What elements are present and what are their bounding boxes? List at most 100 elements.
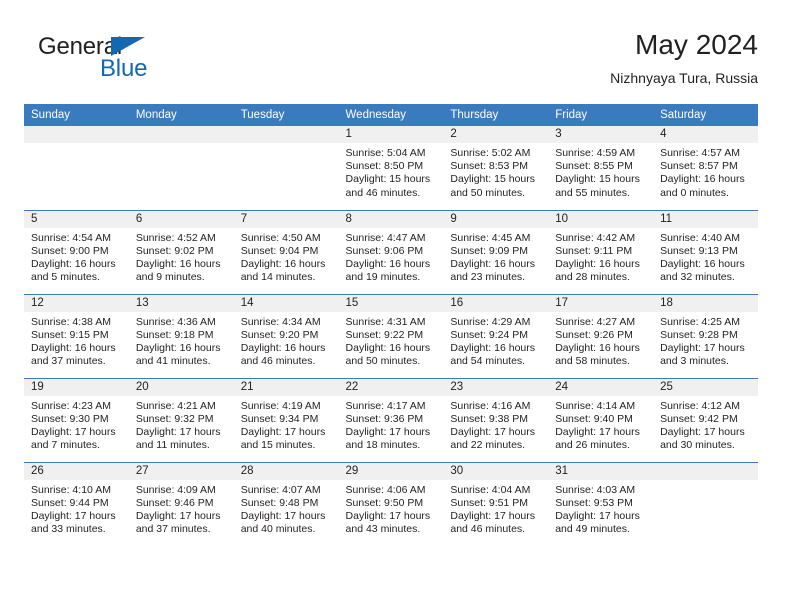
calendar-day-cell[interactable]: 24 Sunrise: 4:14 AM Sunset: 9:40 PM Dayligh… <box>548 377 654 462</box>
day-details: Sunrise: 4:34 AM Sunset: 9:20 PM Daylight:… <box>234 312 339 369</box>
sunrise-text: Sunrise: 4:23 AM <box>31 399 111 412</box>
calendar-day-cell[interactable]: 11 Sunrise: 4:40 AM Sunset: 9:13 PM Dayligh… <box>653 209 758 294</box>
sunset-text: Sunset: 9:04 PM <box>240 244 319 257</box>
calendar-day-cell[interactable]: 30 Sunrise: 4:04 AM Sunset: 9:51 PM Dayligh… <box>443 461 549 546</box>
calendar-day-cell[interactable]: 22 Sunrise: 4:17 AM Sunset: 9:36 PM Dayligh… <box>338 377 444 462</box>
day-cell-inner: 10 Sunrise: 4:42 AM Sunset: 9:11 PM Dayligh… <box>548 210 654 294</box>
day-details: Sunrise: 4:21 AM Sunset: 9:32 PM Daylight:… <box>129 396 234 453</box>
calendar-day-cell[interactable]: 19 Sunrise: 4:23 AM Sunset: 9:30 PM Dayligh… <box>24 377 129 462</box>
day-details: Sunrise: 4:16 AM Sunset: 9:38 PM Daylight:… <box>443 396 548 453</box>
day-details: Sunrise: 4:17 AM Sunset: 9:36 PM Daylight:… <box>339 396 444 453</box>
page-title: May 2024 <box>635 29 758 60</box>
daylight-text-line1: Daylight: 17 hours <box>31 425 116 438</box>
sunrise-text: Sunrise: 4:40 AM <box>660 231 741 244</box>
calendar-day-cell[interactable]: 31 Sunrise: 4:03 AM Sunset: 9:53 PM Dayligh… <box>548 461 654 546</box>
daylight-text-line2: and 22 minutes. <box>450 439 526 452</box>
daylight-text-line1: Daylight: 16 hours <box>31 341 116 354</box>
calendar-day-cell[interactable]: 21 Sunrise: 4:19 AM Sunset: 9:34 PM Dayligh… <box>233 377 339 462</box>
calendar-day-cell[interactable]: 28 Sunrise: 4:07 AM Sunset: 9:48 PM Dayligh… <box>233 461 339 547</box>
daylight-text-line2: and 46 minutes. <box>450 523 526 536</box>
sunrise-text: Sunrise: 4:52 AM <box>135 231 216 244</box>
calendar-day-cell[interactable]: 17 Sunrise: 4:27 AM Sunset: 9:26 PM Dayligh… <box>548 293 654 378</box>
sunset-text: Sunset: 9:32 PM <box>135 412 214 425</box>
day-number: 23 <box>443 378 549 396</box>
calendar-day-cell[interactable]: 26 Sunrise: 4:10 AM Sunset: 9:44 PM Dayligh… <box>24 461 129 546</box>
sunset-text: Sunset: 9:46 PM <box>135 496 214 509</box>
day-cell-inner: 28 Sunrise: 4:07 AM Sunset: 9:48 PM Dayligh… <box>233 462 339 547</box>
day-number: 25 <box>653 378 758 396</box>
calendar-day-cell[interactable]: 4 Sunrise: 4:57 AM Sunset: 8:57 PM Daylight… <box>653 126 758 210</box>
day-cell-inner: 17 Sunrise: 4:27 AM Sunset: 9:26 PM Dayligh… <box>548 294 654 378</box>
daylight-text-line1: Daylight: 17 hours <box>555 509 640 522</box>
calendar-day-cell[interactable]: 29 Sunrise: 4:06 AM Sunset: 9:50 PM Dayligh… <box>338 461 444 546</box>
calendar-day-cell[interactable]: 23 Sunrise: 4:16 AM Sunset: 9:38 PM Dayligh… <box>443 377 549 462</box>
sunrise-text: Sunrise: 4:14 AM <box>555 399 636 412</box>
day-number: 20 <box>128 378 234 396</box>
weekday-header-thursday: Thursday <box>443 104 549 126</box>
calendar-day-cell[interactable]: 3 Sunrise: 4:59 AM Sunset: 8:55 PM Daylight… <box>548 126 654 210</box>
daylight-text-line1: Daylight: 16 hours <box>135 257 221 270</box>
calendar-day-cell[interactable]: 6 Sunrise: 4:52 AM Sunset: 9:02 PM Daylight… <box>128 209 234 294</box>
sunrise-text: Sunrise: 4:25 AM <box>660 315 741 328</box>
day-number: 27 <box>128 462 234 480</box>
daylight-text-line2: and 0 minutes. <box>660 186 729 199</box>
day-details: Sunrise: 5:02 AM Sunset: 8:53 PM Daylight:… <box>443 143 548 200</box>
calendar-day-cell[interactable]: 15 Sunrise: 4:31 AM Sunset: 9:22 PM Dayligh… <box>338 293 444 378</box>
day-cell-inner: 24 Sunrise: 4:14 AM Sunset: 9:40 PM Dayligh… <box>548 378 654 462</box>
daylight-text-line1: Daylight: 16 hours <box>555 341 640 354</box>
day-cell-inner: 7 Sunrise: 4:50 AM Sunset: 9:04 PM Daylight… <box>233 210 339 294</box>
calendar-day-cell[interactable]: 2 Sunrise: 5:02 AM Sunset: 8:53 PM Daylight… <box>443 126 549 210</box>
calendar-day-cell[interactable]: 25 Sunrise: 4:12 AM Sunset: 9:42 PM Dayligh… <box>653 377 758 462</box>
day-number: 13 <box>128 294 234 312</box>
calendar-day-cell[interactable]: 9 Sunrise: 4:45 AM Sunset: 9:09 PM Daylight… <box>443 209 549 294</box>
day-number: 1 <box>338 126 444 143</box>
calendar-day-cell[interactable]: 10 Sunrise: 4:42 AM Sunset: 9:11 PM Dayligh… <box>548 209 654 294</box>
day-number: 10 <box>548 210 654 228</box>
day-details <box>234 143 339 147</box>
daylight-text-line2: and 41 minutes. <box>135 355 211 368</box>
calendar-day-cell[interactable]: 5 Sunrise: 4:54 AM Sunset: 9:00 PM Daylight… <box>24 209 129 294</box>
sunrise-text: Sunrise: 4:17 AM <box>345 399 426 412</box>
sunset-text: Sunset: 9:11 PM <box>555 244 633 257</box>
sunrise-text: Sunrise: 4:34 AM <box>240 315 321 328</box>
calendar-day-cell[interactable]: 20 Sunrise: 4:21 AM Sunset: 9:32 PM Dayligh… <box>128 377 234 462</box>
sunset-text: Sunset: 9:50 PM <box>345 496 424 509</box>
calendar-day-cell[interactable]: 1 Sunrise: 5:04 AM Sunset: 8:50 PM Daylight… <box>338 126 444 210</box>
day-number <box>233 126 339 143</box>
day-details <box>24 143 129 147</box>
calendar-week-row: 26 Sunrise: 4:10 AM Sunset: 9:44 PM Dayligh… <box>24 461 758 547</box>
sunrise-text: Sunrise: 4:03 AM <box>555 483 636 496</box>
calendar-day-cell[interactable]: 8 Sunrise: 4:47 AM Sunset: 9:06 PM Daylight… <box>338 209 444 294</box>
day-number: 8 <box>338 210 444 228</box>
daylight-text-line2: and 30 minutes. <box>660 439 735 452</box>
calendar-day-cell[interactable]: 14 Sunrise: 4:34 AM Sunset: 9:20 PM Dayligh… <box>233 293 339 378</box>
sunset-text: Sunset: 9:02 PM <box>135 244 214 257</box>
brand-logo[interactable]: General Blue <box>38 34 238 90</box>
calendar-day-cell[interactable]: 7 Sunrise: 4:50 AM Sunset: 9:04 PM Daylight… <box>233 209 339 294</box>
calendar-table: Sunday Monday Tuesday Wednesday Thursday Frid… <box>24 104 758 546</box>
day-details: Sunrise: 4:09 AM Sunset: 9:46 PM Daylight:… <box>129 480 234 537</box>
calendar-body: 1 Sunrise: 5:04 AM Sunset: 8:50 PM Daylight… <box>24 126 758 546</box>
daylight-text-line1: Daylight: 16 hours <box>450 257 536 270</box>
day-details: Sunrise: 4:57 AM Sunset: 8:57 PM Daylight:… <box>653 143 758 200</box>
sunrise-text: Sunrise: 4:27 AM <box>555 315 636 328</box>
calendar-week-row: 5 Sunrise: 4:54 AM Sunset: 9:00 PM Daylight… <box>24 209 758 294</box>
day-details: Sunrise: 4:45 AM Sunset: 9:09 PM Daylight:… <box>443 228 548 285</box>
day-details: Sunrise: 4:40 AM Sunset: 9:13 PM Daylight:… <box>653 228 758 285</box>
daylight-text-line1: Daylight: 17 hours <box>240 425 326 438</box>
calendar-day-cell[interactable]: 18 Sunrise: 4:25 AM Sunset: 9:28 PM Dayligh… <box>653 293 758 378</box>
calendar-day-cell[interactable]: 16 Sunrise: 4:29 AM Sunset: 9:24 PM Dayligh… <box>443 293 549 378</box>
day-details: Sunrise: 5:04 AM Sunset: 8:50 PM Daylight:… <box>339 143 444 200</box>
day-cell-inner: 3 Sunrise: 4:59 AM Sunset: 8:55 PM Daylight… <box>548 126 654 210</box>
daylight-text-line2: and 23 minutes. <box>450 271 526 284</box>
day-details: Sunrise: 4:27 AM Sunset: 9:26 PM Daylight:… <box>548 312 653 369</box>
sunrise-text: Sunrise: 4:38 AM <box>31 315 111 328</box>
day-number: 22 <box>338 378 444 396</box>
sunrise-text: Sunrise: 4:59 AM <box>555 147 636 159</box>
calendar-day-cell[interactable]: 13 Sunrise: 4:36 AM Sunset: 9:18 PM Dayligh… <box>128 293 234 378</box>
calendar-week-row: 19 Sunrise: 4:23 AM Sunset: 9:30 PM Dayligh… <box>24 377 758 462</box>
sunset-text: Sunset: 9:30 PM <box>31 412 109 425</box>
calendar-day-cell[interactable]: 12 Sunrise: 4:38 AM Sunset: 9:15 PM Dayligh… <box>24 293 129 378</box>
calendar-day-cell[interactable]: 27 Sunrise: 4:09 AM Sunset: 9:46 PM Dayligh… <box>128 461 234 546</box>
sunset-text: Sunset: 9:42 PM <box>660 412 738 425</box>
